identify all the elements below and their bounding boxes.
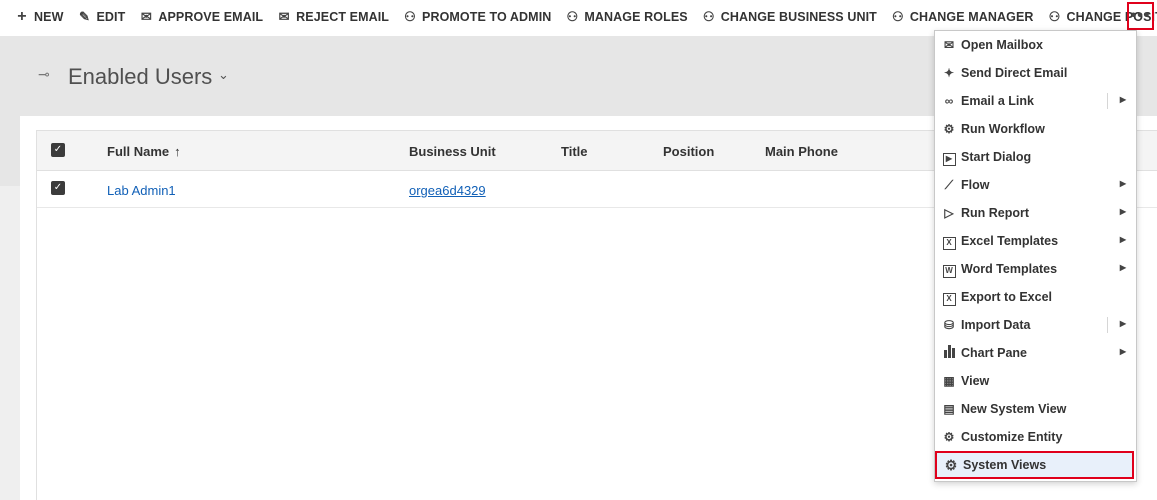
change-business-unit-button[interactable]: ⚇ CHANGE BUSINESS UNIT (697, 2, 886, 32)
excel-icon: X (941, 233, 957, 250)
row-checkbox[interactable]: ✓ (51, 181, 65, 195)
submenu-divider (1107, 317, 1108, 333)
new-button[interactable]: + NEW (10, 2, 72, 32)
pin-icon[interactable]: ⊸ (38, 66, 50, 83)
import-data-icon: ⛁ (943, 318, 955, 332)
submenu-arrow-icon[interactable]: ▶ (1120, 347, 1126, 356)
submenu-arrow-icon[interactable]: ▶ (1120, 263, 1126, 272)
approve-email-button[interactable]: ✉ APPROVE EMAIL (134, 2, 272, 32)
ellipsis-icon: ••• (1130, 7, 1151, 24)
link-icon: ∞ (944, 94, 954, 108)
view-grid-icon: ▦ (943, 374, 955, 388)
menu-item-run-workflow[interactable]: ⚙ Run Workflow (935, 115, 1136, 143)
view-selector-chevron-icon[interactable]: ⌄ (218, 67, 229, 83)
menu-item-excel-templates[interactable]: X Excel Templates ▶ (935, 227, 1136, 255)
workflow-icon: ⚙ (943, 122, 955, 136)
menu-item-export-to-excel[interactable]: X Export to Excel (935, 283, 1136, 311)
menu-item-send-direct-email[interactable]: ✦ Send Direct Email (935, 59, 1136, 87)
flow-icon: ⟋ (944, 178, 954, 192)
sort-ascending-icon: ↑ (174, 144, 181, 159)
menu-item-view[interactable]: ▦ View (935, 367, 1136, 395)
business-unit-link[interactable]: orgea6d4329 (409, 183, 486, 198)
select-all-checkbox[interactable]: ✓ (51, 143, 65, 157)
new-view-icon: ▤ (943, 402, 955, 416)
more-commands-button[interactable]: ••• (1127, 2, 1154, 30)
chart-icon (941, 345, 957, 361)
menu-item-customize-entity[interactable]: ⚙ Customize Entity (935, 423, 1136, 451)
menu-item-flow[interactable]: ⟋ Flow ▶ (935, 171, 1136, 199)
pencil-icon: ✎ (78, 9, 90, 24)
edit-button[interactable]: ✎ EDIT (72, 2, 134, 32)
submenu-arrow-icon[interactable]: ▶ (1120, 319, 1126, 328)
submenu-arrow-icon[interactable]: ▶ (1120, 235, 1126, 244)
submenu-arrow-icon[interactable]: ▶ (1120, 179, 1126, 188)
reject-email-icon: ✉ (278, 9, 290, 24)
column-header-position[interactable]: Position (663, 144, 714, 159)
promote-user-icon: ⚇ (404, 9, 416, 24)
column-header-business-unit[interactable]: Business Unit (409, 144, 496, 159)
menu-item-new-system-view[interactable]: ▤ New System View (935, 395, 1136, 423)
mailbox-icon: ✉ (943, 38, 955, 52)
dialog-icon: ▶ (941, 149, 957, 166)
column-header-full-name[interactable]: Full Name ↑ (107, 144, 181, 159)
approve-email-icon: ✉ (140, 9, 152, 24)
menu-item-chart-pane[interactable]: Chart Pane ▶ (935, 339, 1136, 367)
word-icon: W (941, 261, 957, 278)
menu-item-system-views[interactable]: ⚙ System Views (935, 451, 1134, 479)
left-gutter (0, 186, 20, 500)
wand-icon: ✦ (943, 66, 955, 80)
column-header-main-phone[interactable]: Main Phone (765, 144, 838, 159)
promote-to-admin-button[interactable]: ⚇ PROMOTE TO ADMIN (398, 2, 560, 32)
export-excel-icon: X (941, 289, 957, 306)
menu-item-open-mailbox[interactable]: ✉ Open Mailbox (935, 31, 1136, 59)
menu-item-start-dialog[interactable]: ▶ Start Dialog (935, 143, 1136, 171)
menu-item-import-data[interactable]: ⛁ Import Data ▶ (935, 311, 1136, 339)
report-icon: ▷ (944, 206, 954, 220)
full-name-link[interactable]: Lab Admin1 (107, 183, 176, 198)
change-manager-button[interactable]: ⚇ CHANGE MANAGER (886, 2, 1043, 32)
gear-icon: ⚙ (944, 457, 958, 473)
business-unit-icon: ⚇ (702, 9, 715, 24)
column-header-title[interactable]: Title (561, 144, 588, 159)
submenu-arrow-icon[interactable]: ▶ (1120, 95, 1126, 104)
more-commands-menu: ✉ Open Mailbox ✦ Send Direct Email ∞ Email … (934, 30, 1137, 482)
submenu-arrow-icon[interactable]: ▶ (1120, 207, 1126, 216)
reject-email-button[interactable]: ✉ REJECT EMAIL (272, 2, 398, 32)
plus-icon: + (17, 8, 27, 25)
view-title[interactable]: Enabled Users (68, 64, 212, 90)
command-bar: + NEW ✎ EDIT ✉ APPROVE EMAIL ✉ REJECT EMAIL … (0, 0, 1157, 34)
customize-icon: ⚙ (943, 430, 955, 444)
roles-icon: ⚇ (566, 9, 579, 24)
menu-item-email-a-link[interactable]: ∞ Email a Link ▶ (935, 87, 1136, 115)
manager-icon: ⚇ (892, 9, 904, 24)
menu-item-run-report[interactable]: ▷ Run Report ▶ (935, 199, 1136, 227)
manage-roles-button[interactable]: ⚇ MANAGE ROLES (560, 2, 696, 32)
position-icon: ⚇ (1048, 9, 1061, 24)
submenu-divider (1107, 93, 1108, 109)
menu-item-word-templates[interactable]: W Word Templates ▶ (935, 255, 1136, 283)
